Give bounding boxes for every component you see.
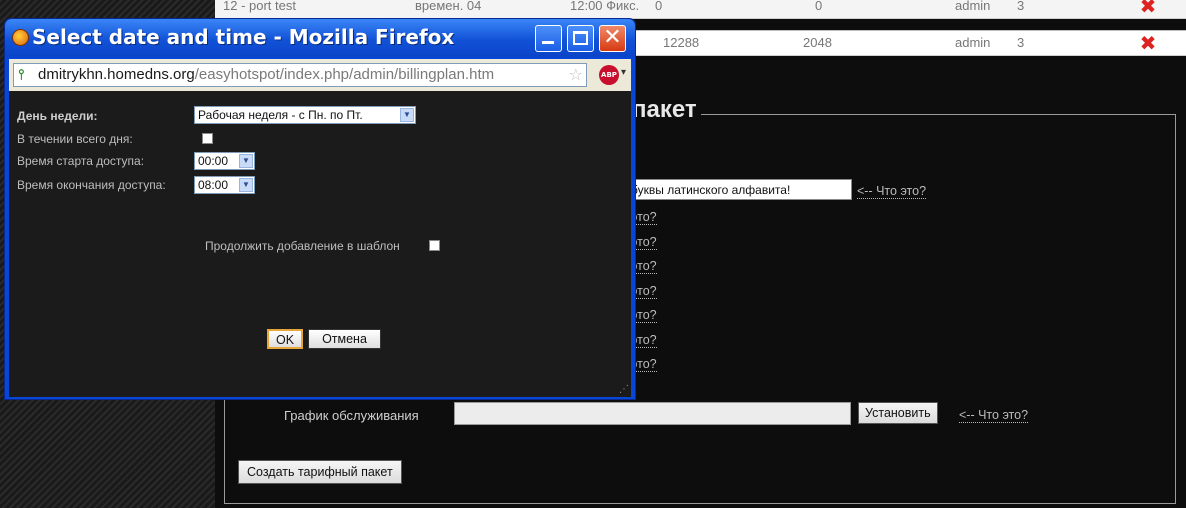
chevron-down-icon: ▼ [400, 108, 414, 122]
start-time-select[interactable]: 00:00 ▼ [194, 152, 255, 170]
all-day-checkbox[interactable] [202, 133, 213, 144]
table-cell-date: 12:00 Фикс. [570, 0, 640, 13]
site-identity-icon[interactable]: ⫯ [18, 67, 34, 83]
ok-button[interactable]: OK [267, 329, 303, 349]
url-path: /easyhotspot/index.php/admin/billingplan… [194, 66, 495, 83]
fieldset-legend: пакет [628, 96, 701, 124]
minimize-button[interactable] [535, 25, 562, 52]
address-bar: ⫯ dmitrykhn.homedns.org/easyhotspot/inde… [9, 59, 631, 91]
select-datetime-window: Select date and time - Mozilla Firefox ✕… [4, 18, 636, 400]
end-time-select[interactable]: 08:00 ▼ [194, 176, 255, 194]
datetime-form: День недели: Рабочая неделя - с Пн. по П… [9, 91, 631, 397]
table-cell-value: 0 [655, 0, 663, 13]
delete-icon[interactable]: ✖ [1137, 0, 1159, 17]
window-title: Select date and time - Mozilla Firefox [32, 25, 455, 49]
schedule-input[interactable] [454, 402, 851, 425]
maximize-icon [573, 31, 588, 45]
continue-checkbox[interactable] [429, 240, 440, 251]
all-day-label: В течении всего дня: [17, 132, 133, 146]
set-schedule-button[interactable]: Установить [858, 402, 938, 424]
chevron-down-icon[interactable]: ▾ [621, 67, 626, 78]
table-cell-count: 3 [1017, 0, 1025, 13]
day-select[interactable]: Рабочая неделя - с Пн. по Пт. ▼ [194, 106, 416, 124]
adblock-icon[interactable]: ABP [599, 65, 619, 85]
day-label: День недели: [17, 109, 98, 123]
minimize-icon [542, 41, 554, 44]
start-time-label: Время старта доступа: [17, 154, 145, 168]
end-time-label: Время окончания доступа: [17, 178, 166, 192]
window-titlebar[interactable]: Select date and time - Mozilla Firefox ✕ [5, 19, 635, 57]
close-button[interactable]: ✕ [599, 25, 626, 52]
resize-grip-icon[interactable]: ⋰ [619, 384, 629, 395]
help-link[interactable]: <-- Что это? [857, 184, 927, 199]
delete-icon[interactable]: ✖ [1137, 32, 1159, 54]
maximize-button[interactable] [567, 25, 594, 52]
table-cell-value: 0 [815, 0, 823, 13]
table-cell-name: 12 - port test [223, 0, 296, 13]
table-cell-type: времен. 04 [415, 0, 482, 13]
table-cell-count: 3 [1017, 35, 1025, 50]
table-cell-user: admin [955, 0, 991, 13]
chevron-down-icon: ▼ [239, 154, 253, 168]
firefox-icon [12, 29, 29, 46]
table-row: 12 - port test времен. 04 12:00 Фикс. 0 … [215, 0, 1186, 19]
day-select-value: Рабочая неделя - с Пн. по Пт. [198, 108, 363, 122]
url-domain: dmitrykhn.homedns.org [38, 66, 195, 83]
continue-label: Продолжить добавление в шаблон [205, 239, 400, 253]
cancel-button[interactable]: Отмена [308, 329, 381, 349]
bookmark-star-icon[interactable]: ☆ [569, 65, 583, 84]
table-cell-value: 2048 [803, 35, 832, 50]
chevron-down-icon: ▼ [239, 178, 253, 192]
url-field[interactable]: ⫯ dmitrykhn.homedns.org/easyhotspot/inde… [13, 63, 587, 87]
table-cell-value: 12288 [663, 35, 700, 50]
help-link[interactable]: <-- Что это? [959, 408, 1029, 423]
url-text: dmitrykhn.homedns.org/easyhotspot/index.… [38, 66, 566, 83]
table-cell-user: admin [955, 35, 991, 50]
start-time-value: 00:00 [198, 154, 229, 168]
close-icon: ✕ [603, 25, 622, 50]
plan-name-input[interactable]: буквы латинского алфавита! [626, 179, 852, 200]
create-plan-button[interactable]: Создать тарифный пакет [238, 460, 402, 484]
schedule-label: График обслуживания [284, 408, 419, 423]
end-time-value: 08:00 [198, 178, 229, 192]
